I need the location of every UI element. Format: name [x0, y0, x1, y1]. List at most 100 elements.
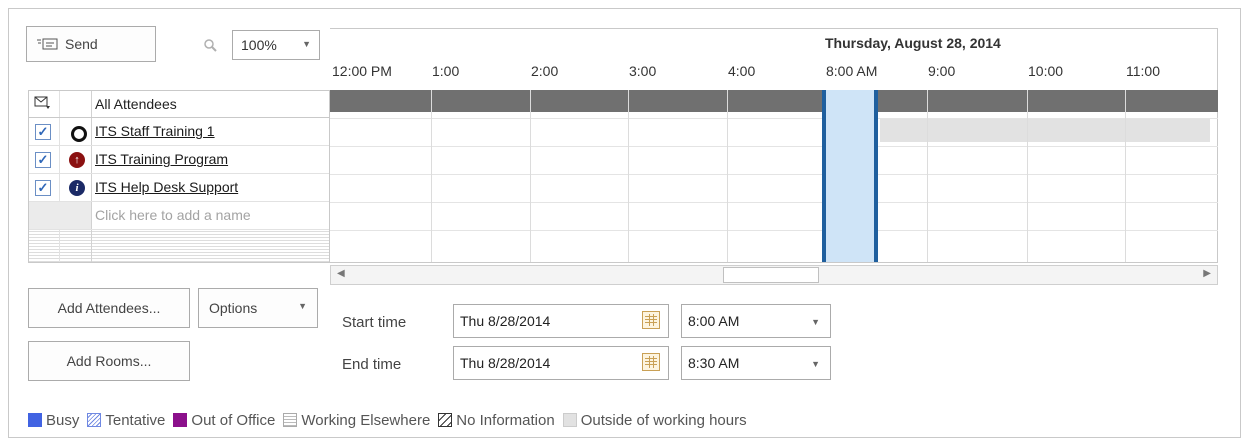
column-divider: [91, 91, 92, 117]
horizontal-scrollbar[interactable]: ◀ ▶: [330, 265, 1218, 285]
hour-label: 8:00 AM: [826, 63, 878, 79]
legend-item-working-elsewhere: Working Elsewhere: [283, 412, 430, 429]
hour-label: 9:00: [928, 63, 956, 79]
availability-legend: Busy Tentative Out of Office Working Els…: [28, 410, 755, 430]
column-divider: [59, 146, 60, 173]
send-button[interactable]: Send: [26, 26, 156, 62]
hour-label: 10:00: [1028, 63, 1064, 79]
column-divider: [91, 146, 92, 173]
column-divider: [59, 230, 60, 262]
legend-label: Outside of working hours: [580, 411, 747, 429]
hour-label: 11:00: [1126, 63, 1160, 79]
attendee-name[interactable]: ITS Training Program: [95, 151, 228, 167]
column-divider: [91, 230, 92, 262]
legend-item-tentative: Tentative: [87, 412, 165, 429]
start-date-value: Thu 8/28/2014: [460, 313, 551, 329]
legend-label: No Information: [456, 411, 555, 429]
legend-label: Working Elsewhere: [301, 411, 431, 429]
start-time-select[interactable]: 8:00 AM ▼: [681, 304, 831, 338]
chevron-down-icon: ▼: [302, 39, 311, 49]
end-time-select[interactable]: 8:30 AM ▼: [681, 346, 831, 380]
grid-hour-line: [530, 90, 531, 262]
attendee-row[interactable]: ✓ ↑ ITS Training Program: [29, 146, 329, 174]
legend-item-busy: Busy: [28, 412, 79, 429]
send-icon: [37, 37, 59, 51]
grid-row-line: [330, 202, 1218, 203]
add-name-input[interactable]: Click here to add a name: [95, 207, 251, 223]
hour-label: 2:00: [531, 63, 559, 79]
hour-label: 4:00: [728, 63, 756, 79]
zoom-select[interactable]: 100% ▼: [232, 30, 320, 60]
tentative-swatch-icon: [87, 413, 102, 427]
hour-label: 12:00 PM: [332, 63, 392, 79]
busy-swatch-icon: [28, 413, 42, 427]
column-divider: [91, 118, 92, 145]
column-divider: [59, 91, 60, 117]
busy-block: [880, 118, 1210, 142]
grid-hour-line: [1125, 90, 1126, 262]
zoom-value: 100%: [241, 37, 277, 53]
empty-attendee-row: [29, 230, 329, 262]
column-divider: [91, 202, 92, 229]
attendee-checkbox[interactable]: ✓: [35, 152, 51, 168]
attendee-checkbox[interactable]: ✓: [35, 180, 51, 196]
legend-item-no-information: No Information: [438, 411, 555, 429]
end-time-label: End time: [342, 356, 402, 373]
start-time-label: Start time: [342, 314, 407, 331]
chevron-down-icon: ▼: [811, 317, 820, 327]
legend-item-outside-working-hours: Outside of working hours: [562, 411, 747, 429]
end-time-value: 8:30 AM: [688, 355, 740, 371]
scroll-right-icon[interactable]: ▶: [1203, 268, 1211, 279]
end-date-value: Thu 8/28/2014: [460, 355, 551, 371]
resource-attendee-icon[interactable]: i: [69, 180, 85, 196]
options-label: Options: [209, 300, 258, 316]
calendar-icon[interactable]: [642, 311, 660, 329]
attendee-row[interactable]: ✓ ITS Staff Training 1: [29, 118, 329, 146]
required-attendee-icon[interactable]: ↑: [69, 152, 85, 168]
attendee-list-header: All Attendees: [29, 91, 329, 118]
scroll-left-icon[interactable]: ◀: [337, 268, 345, 279]
attendee-name[interactable]: ITS Help Desk Support: [95, 179, 238, 195]
schedule-date-label: Thursday, August 28, 2014: [825, 35, 1001, 51]
column-divider: [59, 174, 60, 201]
grid-hour-line: [628, 90, 629, 262]
add-attendee-row[interactable]: Click here to add a name: [29, 202, 329, 230]
grid-hour-line: [431, 90, 432, 262]
send-label: Send: [65, 36, 98, 52]
attendee-checkbox[interactable]: ✓: [35, 124, 51, 140]
hour-label: 3:00: [629, 63, 657, 79]
column-divider: [91, 174, 92, 201]
grid-hour-line: [927, 90, 928, 262]
legend-label: Tentative: [105, 411, 166, 429]
grid-row-line: [330, 118, 1218, 119]
attendee-name[interactable]: ITS Staff Training 1: [95, 123, 215, 139]
options-button[interactable]: Options ▼: [198, 288, 318, 328]
all-attendees-label: All Attendees: [95, 96, 177, 112]
grid-hour-line: [1027, 90, 1028, 262]
calendar-icon[interactable]: [642, 353, 660, 371]
envelope-icon[interactable]: [34, 96, 50, 113]
grid-row-line: [330, 174, 1218, 175]
scrollbar-thumb[interactable]: [723, 267, 819, 283]
out-of-office-swatch-icon: [173, 413, 188, 427]
end-date-field[interactable]: Thu 8/28/2014: [453, 346, 669, 380]
chevron-down-icon: ▼: [298, 301, 307, 311]
meeting-time-selection[interactable]: [822, 90, 878, 262]
grid-row-line: [330, 146, 1218, 147]
grid-row-line: [330, 230, 1218, 231]
start-date-field[interactable]: Thu 8/28/2014: [453, 304, 669, 338]
add-rooms-button[interactable]: Add Rooms...: [28, 341, 190, 381]
working-elsewhere-swatch-icon: [283, 413, 298, 427]
add-attendees-button[interactable]: Add Attendees...: [28, 288, 190, 328]
legend-label: Out of Office: [191, 411, 276, 429]
grid-hour-line: [727, 90, 728, 262]
zoom-icon[interactable]: [203, 38, 219, 54]
hour-label: 1:00: [432, 63, 460, 79]
organizer-icon[interactable]: [71, 126, 87, 142]
attendee-row[interactable]: ✓ i ITS Help Desk Support: [29, 174, 329, 202]
chevron-down-icon: ▼: [811, 359, 820, 369]
outside-hours-swatch-icon: [562, 413, 577, 427]
attendee-list: All Attendees ✓ ITS Staff Training 1 ✓ ↑…: [28, 90, 330, 263]
all-attendees-busy-bar: [330, 90, 1218, 112]
no-information-swatch-icon: [438, 413, 453, 427]
